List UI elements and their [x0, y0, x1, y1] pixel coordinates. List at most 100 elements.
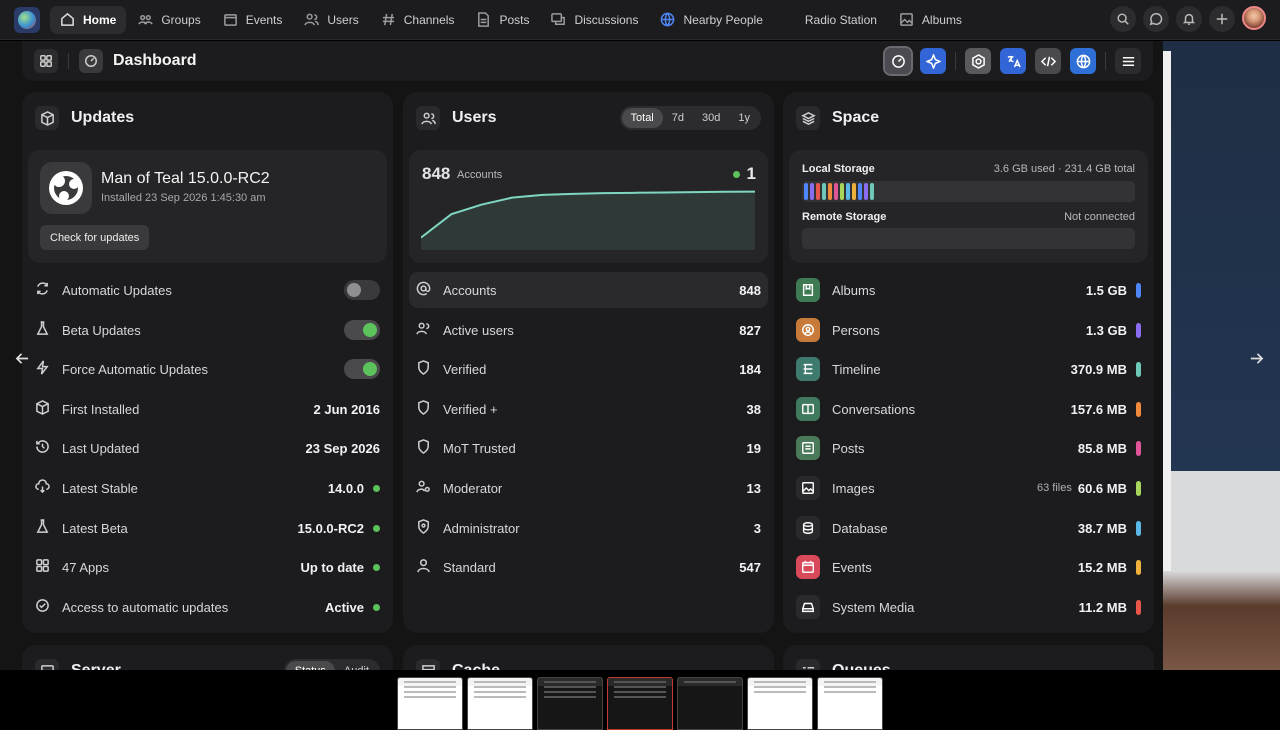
window-thumbnail[interactable]	[467, 677, 533, 730]
arrow-right-icon	[1250, 352, 1263, 364]
color-indicator	[1136, 361, 1141, 377]
notifications-button[interactable]	[1176, 6, 1202, 32]
tab-audit[interactable]: Audit	[335, 661, 378, 670]
chat-icon	[551, 13, 566, 25]
home-icon	[61, 12, 74, 26]
space-row-persons[interactable]: Persons 1.3 GB	[789, 312, 1148, 348]
storage-segment	[828, 183, 832, 200]
box-icon	[35, 400, 50, 418]
window-thumbnail[interactable]	[397, 677, 463, 730]
mot-trusted-row[interactable]: MoT Trusted 19	[409, 430, 768, 466]
space-row-system-media[interactable]: System Media 11.2 MB	[789, 589, 1148, 625]
ai-button[interactable]	[920, 48, 946, 74]
space-row-events[interactable]: Events 15.2 MB	[789, 549, 1148, 585]
window-thumbnail[interactable]	[677, 677, 743, 730]
version-panel: Man of Teal 15.0.0-RC2 Installed 23 Sep …	[28, 150, 387, 263]
space-card: Space Local Storage 3.6 GB used · 231.4 …	[783, 92, 1154, 633]
messages-button[interactable]	[1143, 6, 1169, 32]
space-row-images[interactable]: Images 63 files 60.6 MB	[789, 470, 1148, 506]
avatar[interactable]	[1242, 6, 1266, 30]
space-row-albums[interactable]: Albums 1.5 GB	[789, 272, 1148, 308]
layers-icon	[796, 106, 820, 130]
moderator-row[interactable]: Moderator 13	[409, 470, 768, 506]
queues-card: Queues	[783, 645, 1154, 670]
nav-radio-station[interactable]: Radio Station	[795, 6, 887, 34]
previous-button[interactable]	[10, 345, 34, 371]
accounts-label: Accounts	[457, 169, 503, 181]
automatic-updates-toggle[interactable]	[344, 280, 380, 300]
sparkle-icon	[925, 53, 941, 69]
online-dot	[732, 170, 740, 178]
range-1y[interactable]: 1y	[729, 108, 759, 128]
globe-button[interactable]	[1070, 48, 1096, 74]
range-7d[interactable]: 7d	[663, 108, 693, 128]
nav-groups[interactable]: Groups	[128, 6, 210, 34]
area-fill	[421, 191, 755, 250]
flask-icon	[35, 321, 50, 339]
users-card: Users Total 7d 30d 1y 848 Accounts 1 Acc…	[403, 92, 774, 633]
space-row-posts[interactable]: Posts 85.8 MB	[789, 430, 1148, 466]
window-thumbnail[interactable]	[537, 677, 603, 730]
range-30d[interactable]: 30d	[693, 108, 729, 128]
force-updates-toggle[interactable]	[344, 359, 380, 379]
window-switcher	[0, 670, 1280, 730]
range-total[interactable]: Total	[621, 108, 663, 128]
tab-status[interactable]: Status	[285, 661, 335, 670]
menu-button[interactable]	[1115, 48, 1141, 74]
space-row-conversations[interactable]: Conversations 157.6 MB	[789, 391, 1148, 427]
nav-home[interactable]: Home	[50, 5, 127, 34]
translate-button[interactable]	[1000, 48, 1026, 74]
space-row-timeline[interactable]: Timeline 370.9 MB	[789, 351, 1148, 387]
nav-channels[interactable]: Channels	[371, 6, 465, 34]
nav-albums[interactable]: Albums	[889, 6, 972, 34]
app-logo[interactable]	[14, 6, 40, 33]
header-toolbar	[883, 46, 1141, 76]
chat-bubble-icon	[1149, 13, 1163, 26]
storage-segment	[852, 183, 856, 200]
dashboard-view-button[interactable]	[883, 46, 913, 76]
window-thumbnail-active[interactable]	[607, 677, 673, 730]
nav-discussions[interactable]: Discussions	[541, 6, 648, 34]
archive-icon	[416, 659, 440, 670]
beta-updates-toggle[interactable]	[344, 320, 380, 340]
posts-icon	[796, 436, 820, 460]
users-icon	[304, 13, 320, 26]
divider	[1105, 52, 1106, 70]
active-users-row[interactable]: Active users 827	[409, 312, 768, 348]
apps-grid-button[interactable]	[34, 49, 58, 73]
storage-segment	[810, 183, 814, 200]
developer-button[interactable]	[1035, 48, 1061, 74]
verified-row[interactable]: Verified 184	[409, 351, 768, 387]
verified-plus-row[interactable]: Verified +38	[409, 391, 768, 427]
range-selector: Total 7d 30d 1y	[619, 106, 761, 130]
settings-button[interactable]	[965, 48, 991, 74]
shield-icon	[416, 360, 431, 378]
shield-icon	[416, 400, 431, 418]
persons-icon	[796, 318, 820, 342]
status-dot	[373, 603, 380, 611]
nav-events[interactable]: Events	[213, 6, 293, 34]
status-dot	[373, 524, 380, 532]
check-updates-button[interactable]: Check for updates	[40, 225, 150, 250]
add-button[interactable]	[1209, 6, 1235, 32]
window-thumbnail[interactable]	[817, 677, 883, 730]
search-button[interactable]	[1110, 6, 1136, 32]
nav-users[interactable]: Users	[294, 6, 368, 34]
calendar-icon	[223, 14, 237, 26]
accounts-row[interactable]: Accounts 848	[409, 272, 768, 308]
status-dot	[373, 484, 380, 492]
administrator-row[interactable]: Administrator 3	[409, 510, 768, 546]
nav-nearby-people[interactable]: Nearby People	[650, 6, 772, 34]
timeline-icon	[796, 357, 820, 381]
events-icon	[796, 555, 820, 579]
local-storage-label: Local Storage	[802, 163, 875, 175]
next-button[interactable]	[1244, 345, 1268, 371]
hash-icon	[382, 13, 394, 26]
window-thumbnail[interactable]	[747, 677, 813, 730]
nav-posts[interactable]: Posts	[466, 6, 539, 34]
background-window	[1163, 51, 1171, 571]
automatic-updates-row: Automatic Updates	[28, 272, 387, 308]
standard-row[interactable]: Standard 547	[409, 549, 768, 585]
space-row-database[interactable]: Database 38.7 MB	[789, 510, 1148, 546]
user-icon	[416, 558, 431, 576]
